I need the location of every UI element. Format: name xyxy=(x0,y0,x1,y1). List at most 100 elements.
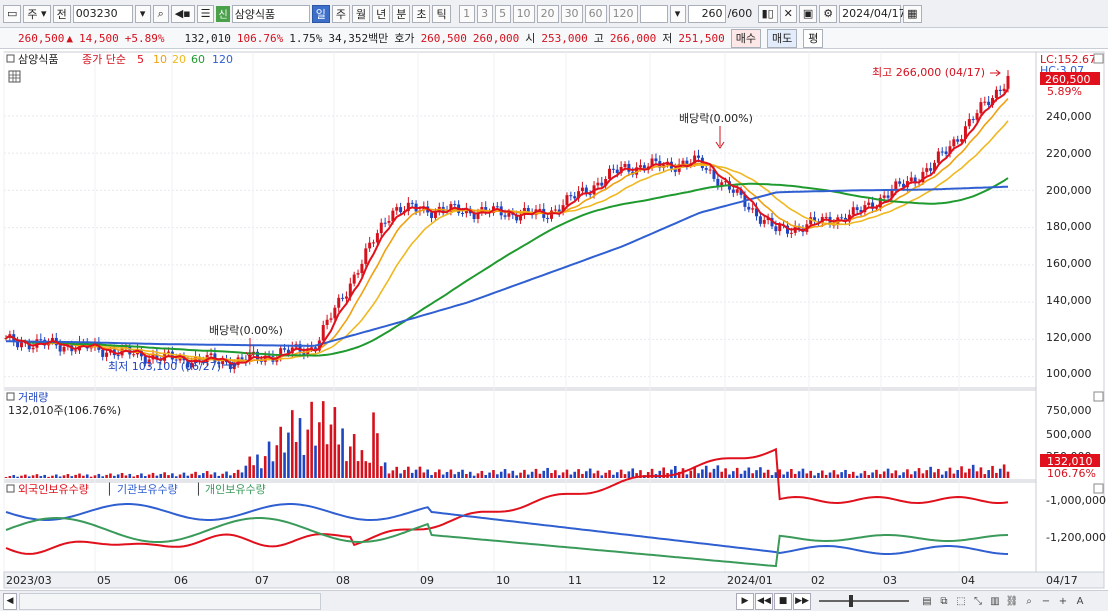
price-close-icon[interactable] xyxy=(1093,53,1104,64)
candle-icon[interactable]: ▮▯ xyxy=(757,4,778,23)
candle-body xyxy=(209,353,213,356)
period-month[interactable]: 월 xyxy=(351,4,371,23)
period-tick[interactable]: 틱 xyxy=(432,4,451,23)
candle-body xyxy=(681,160,685,165)
list-icon[interactable]: ☰ xyxy=(196,4,215,23)
num-10[interactable]: 10 xyxy=(512,4,535,23)
volume-bar xyxy=(747,467,751,478)
volume-bar xyxy=(585,471,588,478)
speaker-icon[interactable]: ◀▪ xyxy=(170,4,195,23)
volume-bar xyxy=(283,452,286,478)
tool-zoom-icon[interactable]: ⤡ xyxy=(971,594,985,608)
y-label-240000: 240,000 xyxy=(1046,110,1092,123)
num-1[interactable]: 1 xyxy=(458,4,475,23)
num-120[interactable]: 120 xyxy=(608,4,638,23)
crosshair-icon[interactable]: ✕ xyxy=(779,4,797,23)
period-day[interactable]: 일 xyxy=(311,4,330,23)
stock-code-input[interactable]: 003230 xyxy=(72,4,133,23)
volume-bar xyxy=(236,469,240,478)
tool-magnify-icon[interactable]: ⌕ xyxy=(1022,594,1036,608)
holding-close-icon[interactable] xyxy=(1093,483,1104,494)
candle-body xyxy=(940,151,944,153)
x-axis-label: 09 xyxy=(420,574,434,587)
save-icon[interactable]: ▣ xyxy=(798,4,818,23)
num-60[interactable]: 60 xyxy=(584,4,607,23)
scrollbar-track[interactable] xyxy=(19,592,321,610)
volume-bar xyxy=(437,469,441,478)
legend-foreign: 외국인보유수량 xyxy=(18,483,89,496)
candle-body xyxy=(166,351,170,353)
candle-body xyxy=(39,339,43,341)
calendar-icon[interactable]: ▦ xyxy=(903,4,922,23)
custom-period-input[interactable] xyxy=(639,4,668,23)
candle-body xyxy=(608,168,612,180)
low-annotation: 최저 103,100 (06/27) xyxy=(108,360,221,373)
zoom-out-icon[interactable]: − xyxy=(1039,594,1053,608)
dividend-annotation-1: 배당락(0.00%) xyxy=(679,112,753,125)
volume-bar xyxy=(85,474,89,478)
market-select[interactable]: 주 ▾ xyxy=(23,4,51,23)
ask-price-1: 260,500 xyxy=(420,31,467,45)
period-second[interactable]: 초 xyxy=(412,4,431,23)
eval-button[interactable]: 평 xyxy=(803,28,824,48)
volume-bar xyxy=(82,475,85,478)
period-week[interactable]: 주 xyxy=(331,4,350,23)
num-30[interactable]: 30 xyxy=(560,4,583,23)
tool-copy-icon[interactable]: ⧉ xyxy=(937,594,951,608)
date-input[interactable]: 2024/04/17 xyxy=(839,4,906,23)
ma60-label: 60 xyxy=(191,53,205,66)
candle-body xyxy=(952,139,956,147)
volume-bar xyxy=(383,462,387,478)
low-label: 저 xyxy=(662,32,673,45)
volume-close-icon[interactable] xyxy=(1093,391,1104,402)
volume-bar xyxy=(588,468,592,478)
tool-chart-icon[interactable]: ▥ xyxy=(988,594,1002,608)
num-20[interactable]: 20 xyxy=(536,4,559,23)
buy-button[interactable]: 매수 xyxy=(730,28,761,48)
volume-bar xyxy=(631,468,635,478)
text-size-icon[interactable]: A xyxy=(1073,594,1087,608)
code-dropdown-icon[interactable]: ▾ xyxy=(134,4,151,23)
volume-bar xyxy=(561,472,565,478)
high-price: 266,000 xyxy=(609,31,657,45)
num-5[interactable]: 5 xyxy=(494,4,511,23)
play-icon[interactable]: ▶ xyxy=(736,592,754,610)
volume-bar xyxy=(20,475,23,478)
stop-icon[interactable]: ■ xyxy=(774,592,792,610)
volume-bar xyxy=(62,475,66,478)
volume-bar xyxy=(790,469,793,478)
search-icon[interactable]: ⌕ xyxy=(152,4,169,23)
prev-button[interactable]: 전 xyxy=(52,4,71,23)
gear-icon[interactable]: ⚙ xyxy=(819,4,838,23)
custom-period-dropdown-icon[interactable]: ▾ xyxy=(669,4,686,23)
window-icon[interactable]: ▭ xyxy=(3,4,22,23)
period-year[interactable]: 년 xyxy=(372,4,391,23)
volume-bar xyxy=(879,474,882,478)
stock-name-field[interactable]: 삼양식품 xyxy=(231,4,310,23)
zoom-slider[interactable] xyxy=(819,595,909,607)
count-input[interactable]: 260 xyxy=(687,4,726,23)
volume-bar xyxy=(24,474,27,478)
num-3[interactable]: 3 xyxy=(476,4,493,23)
volume-bar xyxy=(209,474,213,478)
rewind-icon[interactable]: ◀◀ xyxy=(755,592,773,610)
period-minute[interactable]: 분 xyxy=(392,4,411,23)
volume-bar xyxy=(468,471,472,478)
table-toggle-icon[interactable] xyxy=(8,70,21,83)
volume-bar xyxy=(496,474,499,478)
candle-body xyxy=(867,202,871,206)
tool-select-icon[interactable]: ⬚ xyxy=(954,594,968,608)
candle-body xyxy=(364,248,368,264)
sell-button[interactable]: 매도 xyxy=(766,28,798,48)
scroll-left-icon[interactable]: ◀ xyxy=(3,592,17,610)
volume-bar xyxy=(349,446,352,478)
zoom-knob[interactable] xyxy=(849,595,853,607)
tool-link-icon[interactable]: ⛓ xyxy=(1005,594,1019,608)
candle-body xyxy=(925,168,929,172)
candle-body xyxy=(379,222,383,234)
forward-icon[interactable]: ▶▶ xyxy=(793,592,811,610)
tool-grid-icon[interactable]: ▤ xyxy=(920,594,934,608)
volume-bar xyxy=(720,471,724,478)
chart-svg[interactable]: 삼양식품 종가 단순 5 10 20 60 120 LC:152.67 HC:3… xyxy=(0,50,1108,590)
zoom-in-icon[interactable]: + xyxy=(1056,594,1070,608)
